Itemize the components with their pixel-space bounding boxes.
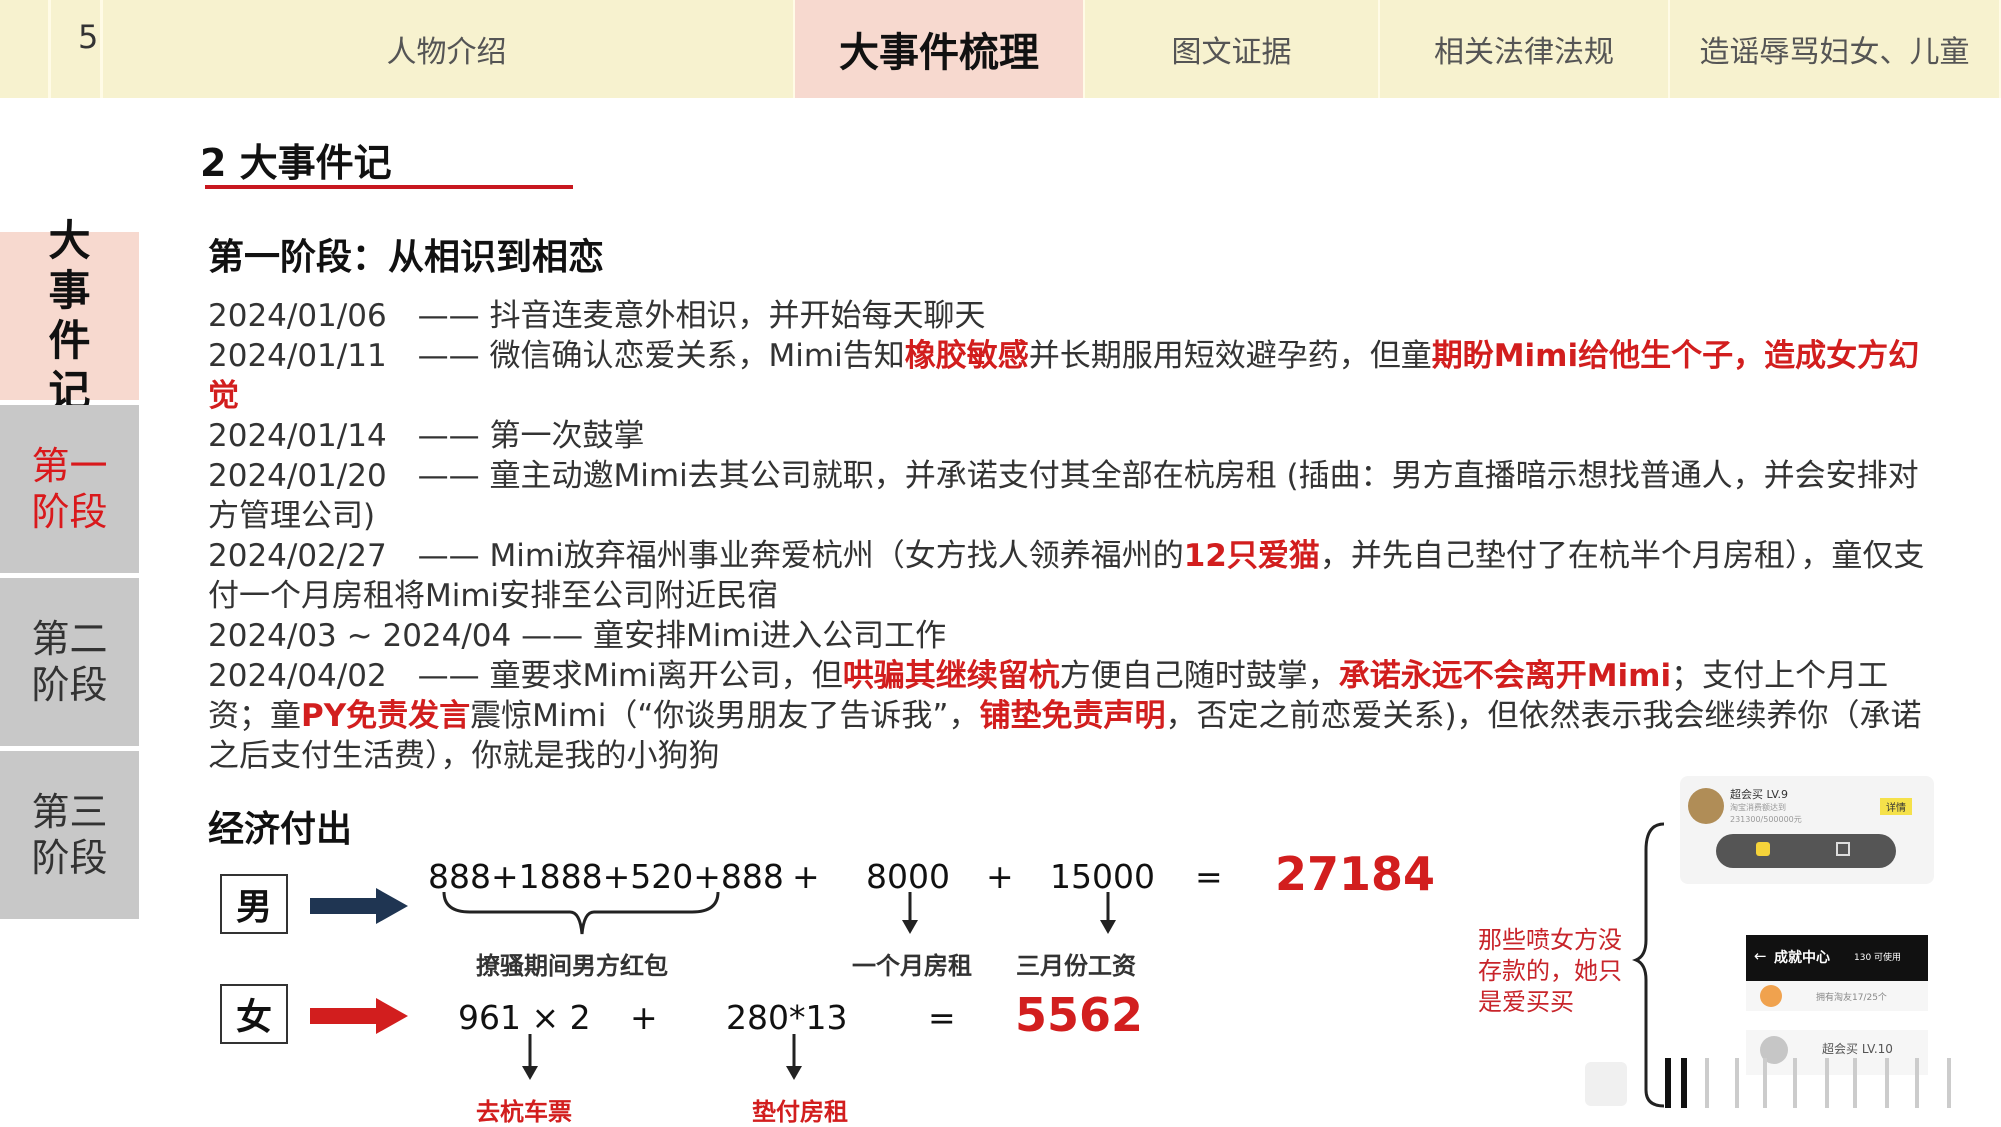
entry-text: 2024/01/20 —— 童主动邀Mimi去其公司就职，并承诺支付其全部在杭房… bbox=[208, 458, 1919, 534]
friends-count: 拥有淘友17/25个 bbox=[1816, 993, 1887, 1003]
top-nav: 人物介绍 大事件梳理 图文证据 相关法律法规 造谣辱骂妇女、儿童 bbox=[0, 0, 2001, 98]
timeline-entry: 2024/02/27 —— Mimi放弃福州事业奔爱杭州（女方找人领养福州的12… bbox=[208, 536, 1948, 616]
entry-text: 并长期服用短效避孕药，但童 bbox=[1028, 338, 1432, 374]
sidebar-item-label: 第一阶段 bbox=[31, 444, 108, 534]
achievement-banner: ← 成就中心 130 可使用 bbox=[1746, 935, 1928, 981]
tab-laws[interactable]: 相关法律法规 bbox=[1380, 0, 1670, 98]
sidebar-item-stage-3[interactable]: 第三阶段 bbox=[0, 751, 139, 919]
overlay-bar bbox=[1793, 1058, 1797, 1108]
entry-text: 2024/02/27 —— Mimi放弃福州事业奔爱杭州（女方找人领养福州的 bbox=[208, 538, 1184, 574]
spend-value: 231300/500000元 bbox=[1730, 815, 1802, 824]
male-equals: = bbox=[1195, 857, 1223, 896]
male-total: 27184 bbox=[1275, 847, 1436, 901]
overlay-bar bbox=[1915, 1058, 1919, 1108]
female-op-1: + bbox=[630, 998, 658, 1037]
stage-heading: 第一阶段：从相识到相恋 bbox=[208, 237, 605, 278]
entry-text: 2024/04/02 —— 童要求Mimi离开公司，但 bbox=[208, 658, 843, 694]
female-arrow-icon bbox=[310, 998, 408, 1034]
shop-icon bbox=[1836, 842, 1850, 856]
male-op-2: + bbox=[986, 857, 1014, 896]
male-op-1: + bbox=[792, 857, 820, 896]
app-screenshot-card-1: 超会买 LV.9 淘宝消费额达到 231300/500000元 详情 bbox=[1680, 776, 1934, 884]
app-screenshot-card-2: 拥有淘友17/25个 bbox=[1746, 981, 1928, 1011]
down-arrow-icon bbox=[902, 892, 918, 934]
male-term-2: 8000 bbox=[866, 857, 950, 896]
detail-button[interactable]: 详情 bbox=[1880, 798, 1912, 815]
male-arrow-icon bbox=[310, 888, 408, 924]
overlay-bar bbox=[1735, 1058, 1739, 1108]
overlay-bar bbox=[1665, 1058, 1671, 1108]
user-level: 超会买 LV.9 bbox=[1730, 788, 1789, 801]
highlight-text: PY免责发言 bbox=[301, 698, 471, 734]
timeline-entry: 2024/01/06 —— 抖音连麦意外相识，并开始每天聊天 bbox=[208, 296, 1948, 336]
sidebar-item-label: 大事件记 bbox=[48, 216, 91, 415]
achievement-title: 成就中心 bbox=[1774, 950, 1830, 966]
friend-avatar bbox=[1760, 985, 1782, 1007]
highlight-text: 承诺永远不会离开Mimi bbox=[1338, 658, 1672, 694]
entry-text: 震惊Mimi（“你谈男朋友了告诉我”， bbox=[470, 698, 980, 734]
sidebar-item-events[interactable]: 大事件记 bbox=[0, 216, 139, 415]
entry-text: 2024/01/14 —— 第一次鼓掌 bbox=[208, 418, 645, 454]
sidebar-item-stage-2[interactable]: 第二阶段 bbox=[0, 578, 139, 746]
sidebar-item-stage-1[interactable]: 第一阶段 bbox=[0, 405, 139, 573]
entry-text: 方便自己随时鼓掌， bbox=[1059, 658, 1339, 694]
overlay-bar bbox=[1705, 1058, 1709, 1108]
timeline-entry: 2024/01/11 —— 微信确认恋爱关系，Mimi告知橡胶敏感并长期服用短效… bbox=[208, 336, 1948, 416]
tab-evidence[interactable]: 图文证据 bbox=[1085, 0, 1380, 98]
tab-people-intro[interactable]: 人物介绍 bbox=[100, 0, 795, 98]
finance-heading: 经济付出 bbox=[208, 809, 353, 850]
female-label-box: 女 bbox=[220, 984, 288, 1044]
male-term-3: 15000 bbox=[1050, 857, 1155, 896]
tab-rumors[interactable]: 造谣辱骂妇女、儿童 bbox=[1670, 0, 2001, 98]
male-label-box: 男 bbox=[220, 874, 288, 934]
down-arrow-icon bbox=[786, 1034, 802, 1080]
section-title: 2 大事件记 bbox=[200, 141, 392, 185]
timeline-entry: 2024/01/14 —— 第一次鼓掌 bbox=[208, 416, 1948, 456]
overlay-bar bbox=[1763, 1058, 1767, 1108]
app-toolbar bbox=[1716, 834, 1896, 868]
nav-divider bbox=[48, 0, 51, 98]
overlay-bars bbox=[1585, 1058, 1995, 1112]
overlay-bar bbox=[1885, 1058, 1889, 1108]
overlay-bar bbox=[1853, 1058, 1857, 1108]
timeline-entry: 2024/04/02 —— 童要求Mimi离开公司，但哄骗其继续留杭方便自己随时… bbox=[208, 656, 1948, 776]
entry-text: 2024/01/11 —— 微信确认恋爱关系，Mimi告知 bbox=[208, 338, 905, 374]
sidebar-item-label: 第二阶段 bbox=[31, 617, 108, 707]
entry-text: 2024/03 ~ 2024/04 —— 童安排Mimi进入公司工作 bbox=[208, 618, 947, 654]
timeline-entry: 2024/01/20 —— 童主动邀Mimi去其公司就职，并承诺支付其全部在杭房… bbox=[208, 456, 1948, 536]
male-label-salary: 三月份工资 bbox=[1016, 952, 1136, 980]
points-badge: 130 可使用 bbox=[1854, 953, 1902, 963]
overlay-bar bbox=[1585, 1062, 1627, 1106]
timeline-entry: 2024/03 ~ 2024/04 —— 童安排Mimi进入公司工作 bbox=[208, 616, 1948, 656]
highlight-text: 橡胶敏感 bbox=[904, 338, 1029, 374]
badge-icon bbox=[1688, 788, 1724, 824]
sidebar-item-label: 第三阶段 bbox=[31, 790, 108, 880]
overlay-bar bbox=[1681, 1058, 1687, 1108]
highlight-text: 12只爱猫 bbox=[1183, 538, 1320, 574]
overlay-bar bbox=[1947, 1058, 1951, 1108]
page-number: 5 bbox=[78, 18, 99, 56]
female-total: 5562 bbox=[1015, 988, 1144, 1042]
note-text: 那些喷女方没存款的，她只是爱买买 bbox=[1478, 926, 1622, 1016]
female-term-1: 961 × 2 bbox=[458, 998, 591, 1037]
female-label-rent: 垫付房租 bbox=[752, 1098, 848, 1126]
next-level: 超会买 LV.10 bbox=[1822, 1042, 1893, 1056]
entry-text: 2024/01/06 —— 抖音连麦意外相识，并开始每天聊天 bbox=[208, 298, 986, 334]
back-arrow-icon[interactable]: ← bbox=[1754, 947, 1767, 965]
section-underline bbox=[205, 185, 573, 189]
female-term-2: 280*13 bbox=[726, 998, 848, 1037]
highlight-text: 铺垫免责声明 bbox=[979, 698, 1166, 734]
highlight-text: 哄骗其继续留杭 bbox=[842, 658, 1060, 694]
male-label-redpackets: 撩骚期间男方红包 bbox=[476, 952, 668, 980]
overlay-bar bbox=[1825, 1058, 1829, 1108]
spend-caption: 淘宝消费额达到 bbox=[1730, 803, 1786, 812]
male-label-rent: 一个月房租 bbox=[852, 952, 972, 980]
male-brace-icon bbox=[442, 891, 720, 935]
tab-events[interactable]: 大事件梳理 bbox=[795, 0, 1085, 98]
achievement-icon bbox=[1756, 842, 1770, 856]
female-label-tickets: 去杭车票 bbox=[476, 1098, 572, 1126]
female-equals: = bbox=[928, 998, 956, 1037]
down-arrow-icon bbox=[522, 1034, 538, 1080]
down-arrow-icon bbox=[1100, 892, 1116, 934]
